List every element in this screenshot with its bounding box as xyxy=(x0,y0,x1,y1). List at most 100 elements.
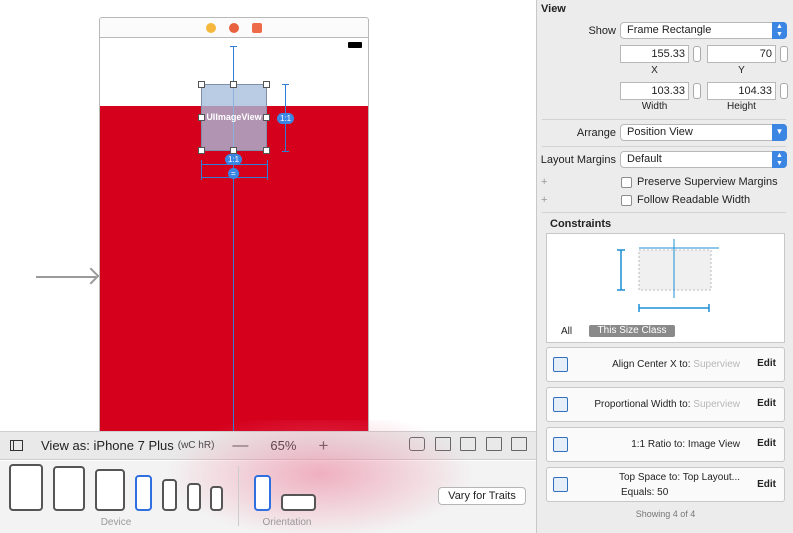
constraint-aspect-ratio[interactable]: 1:1 Ratio to: Image View Edit xyxy=(546,427,785,462)
ipad-device[interactable] xyxy=(95,469,125,511)
x-field[interactable]: 155.33 xyxy=(620,45,689,63)
constraint-target: Top Layout... xyxy=(682,472,740,483)
constraint-label: 1:1 Ratio to: xyxy=(631,439,686,450)
arrange-popup-value: Position View xyxy=(627,126,693,138)
resolve-auto-layout-icon[interactable] xyxy=(511,437,527,451)
constraint-target: Superview xyxy=(693,399,740,410)
width-caption: Width xyxy=(641,101,668,112)
equals-value[interactable]: 50 xyxy=(657,487,668,498)
resize-handle-bottom-left[interactable] xyxy=(198,147,205,154)
edit-button[interactable]: Edit xyxy=(757,438,776,449)
resize-handle-left[interactable] xyxy=(198,114,205,121)
edit-button[interactable]: Edit xyxy=(757,398,776,409)
zoom-level: 65% xyxy=(270,438,297,453)
constraint-text: Align Center X to: Superview xyxy=(612,359,740,370)
resize-handle-top[interactable] xyxy=(230,81,237,88)
resize-handle-top-left[interactable] xyxy=(198,81,205,88)
vary-for-traits-button[interactable]: Vary for Traits xyxy=(438,487,526,505)
update-frames-icon[interactable] xyxy=(409,437,425,451)
layout-margins-popup-value: Default xyxy=(627,153,662,165)
ipad-pro-9-device[interactable] xyxy=(53,466,85,511)
constraint-target: Superview xyxy=(693,359,740,370)
constraint-label: Align Center X to: xyxy=(612,359,691,370)
iphone-7-device[interactable] xyxy=(162,479,177,511)
chevron-down-icon: ▼ xyxy=(772,124,787,141)
scene-dock[interactable] xyxy=(99,17,369,38)
constraint-align-center-x[interactable]: Align Center X to: Superview Edit xyxy=(546,347,785,382)
view-controller-icon[interactable] xyxy=(206,22,216,33)
top-space-icon xyxy=(553,477,568,492)
exit-icon[interactable] xyxy=(252,22,262,33)
width-stepper[interactable] xyxy=(693,83,701,99)
follow-readable-label: Follow Readable Width xyxy=(637,194,751,206)
image-view-label: UIImageView xyxy=(206,112,262,122)
width-ratio-badge[interactable]: 1:1 xyxy=(225,154,243,165)
follow-readable-checkbox[interactable] xyxy=(621,195,632,206)
constraint-target: Image View xyxy=(687,439,740,450)
view-as-label[interactable]: View as: iPhone 7 Plus xyxy=(41,438,174,453)
separator xyxy=(542,212,786,213)
iphone-7-plus-device[interactable] xyxy=(135,475,152,511)
landscape-orientation[interactable] xyxy=(281,494,316,511)
add-variation-icon[interactable]: + xyxy=(541,194,547,206)
add-variation-icon[interactable]: + xyxy=(541,176,547,188)
segment-all[interactable]: All xyxy=(561,326,572,337)
height-stepper[interactable] xyxy=(780,83,788,99)
height-caption: Height xyxy=(727,101,756,112)
height-field[interactable]: 104.33 xyxy=(707,82,776,100)
iphone-se-device[interactable] xyxy=(187,483,201,511)
constraints-diagram-graphic xyxy=(617,239,719,312)
top-space-constraint-cap xyxy=(230,46,237,47)
equal-width-badge[interactable]: = xyxy=(228,168,239,179)
edit-button[interactable]: Edit xyxy=(757,358,776,369)
zoom-in-button[interactable]: + xyxy=(318,436,328,456)
constraint-proportional-width[interactable]: Proportional Width to: Superview Edit xyxy=(546,387,785,422)
storyboard-canvas[interactable]: UIImageView 1:1 1:1 = View as: iPhone 7 … xyxy=(0,0,536,533)
align-icon[interactable] xyxy=(460,437,476,451)
preserve-margins-label: Preserve Superview Margins xyxy=(637,176,778,188)
ipad-pro-12-device[interactable] xyxy=(9,464,43,511)
aspect-ratio-icon xyxy=(553,437,568,452)
show-popup-value: Frame Rectangle xyxy=(627,24,712,36)
width-guide-left-cap xyxy=(201,160,202,180)
x-stepper[interactable] xyxy=(693,46,701,62)
orientation-caption: Orientation xyxy=(262,517,312,528)
constraint-text: Top Space to: Top Layout... xyxy=(619,472,740,483)
constraint-label: Top Space to: xyxy=(618,472,681,483)
layout-margins-popup[interactable]: Default ▲ ▼ xyxy=(620,151,787,168)
iphone-4s-device[interactable] xyxy=(210,486,223,511)
first-responder-icon[interactable] xyxy=(229,22,239,33)
y-field[interactable]: 70 xyxy=(707,45,776,63)
x-caption: X xyxy=(651,65,658,76)
width-field[interactable]: 103.33 xyxy=(620,82,689,100)
show-popup[interactable]: Frame Rectangle ▲ ▼ xyxy=(620,22,787,39)
add-new-constraints-icon[interactable] xyxy=(486,437,502,451)
device-caption: Device xyxy=(100,517,132,528)
height-guide-cap-bottom xyxy=(282,151,289,152)
edit-button[interactable]: Edit xyxy=(757,479,776,490)
constraint-text: Proportional Width to: Superview xyxy=(594,399,740,410)
battery-icon xyxy=(348,42,362,48)
height-guide-cap-top xyxy=(282,84,289,85)
constraint-label: Proportional Width to: xyxy=(594,399,691,410)
portrait-orientation[interactable] xyxy=(254,475,271,511)
segment-this-size-class[interactable]: This Size Class xyxy=(589,325,675,337)
separator xyxy=(542,119,786,120)
arrange-popup[interactable]: Position View ▼ xyxy=(620,124,787,141)
resize-handle-bottom-right[interactable] xyxy=(263,147,270,154)
resize-handle-right[interactable] xyxy=(263,114,270,121)
aspect-ratio-badge[interactable]: 1:1 xyxy=(277,113,295,124)
document-outline-toggle-icon[interactable] xyxy=(10,440,23,451)
y-stepper[interactable] xyxy=(780,46,788,62)
constraint-top-space[interactable]: Top Space to: Top Layout... Equals: 50 E… xyxy=(546,467,785,502)
popup-arrows-icon: ▲ ▼ xyxy=(772,22,787,39)
zoom-out-button[interactable]: — xyxy=(232,437,248,455)
embed-in-stack-icon[interactable] xyxy=(435,437,451,451)
resize-handle-top-right[interactable] xyxy=(263,81,270,88)
image-view[interactable]: UIImageView xyxy=(201,84,267,151)
resize-handle-bottom[interactable] xyxy=(230,147,237,154)
constraint-text: 1:1 Ratio to: Image View xyxy=(631,439,740,450)
arrange-label: Arrange xyxy=(576,127,616,139)
preserve-margins-checkbox[interactable] xyxy=(621,177,632,188)
layout-margins-label: Layout Margins xyxy=(540,154,616,166)
